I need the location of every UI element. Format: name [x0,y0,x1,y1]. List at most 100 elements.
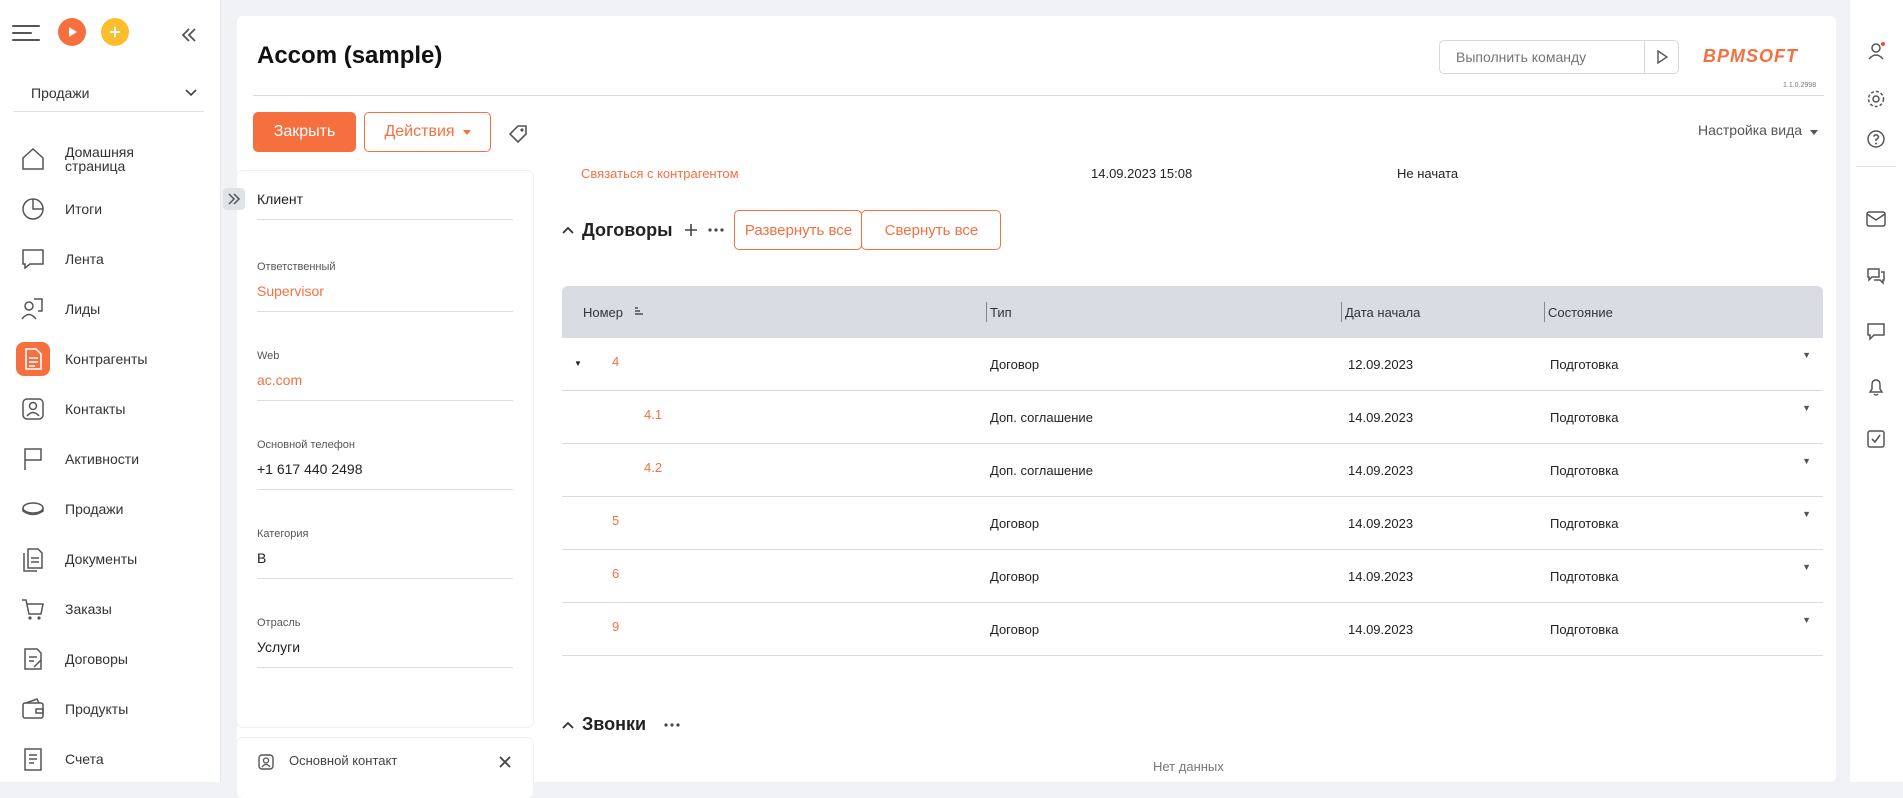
bell-icon[interactable] [1863,374,1889,400]
column-header-state[interactable]: Состояние [1548,305,1613,320]
contract-type-cell: Доп. соглашение [990,410,1093,425]
profile-icon[interactable] [1863,38,1889,64]
nav-item[interactable]: Документы [0,534,220,584]
chevron-up-icon[interactable] [562,226,574,234]
industry-field[interactable]: Отрасль Услуги [257,617,513,668]
contract-number-link[interactable]: 5 [612,513,619,528]
table-row[interactable]: 6 Договор 14.09.2023 Подготовка ▼ [562,550,1823,603]
flag-icon [16,442,50,476]
tasks-icon[interactable] [1863,426,1889,452]
tag-icon[interactable] [508,124,528,149]
run-command-icon[interactable] [1644,41,1678,73]
contract-number-link[interactable]: 4.1 [644,407,662,422]
column-header-number[interactable]: Номер [583,305,623,320]
column-separator [1544,302,1545,322]
activity-title-link[interactable]: Связаться с контрагентом [581,166,739,181]
row-menu-caret-icon[interactable]: ▼ [1802,456,1811,466]
chat-bubbles-icon[interactable] [1863,262,1889,288]
contract-number-link[interactable]: 4.2 [644,460,662,475]
view-settings-button[interactable]: Настройка вида [1698,122,1818,138]
nav-item-label: Итоги [65,201,103,217]
profile-panel: Клиент Ответственный Supervisor Web ac.c… [237,171,533,727]
help-icon[interactable] [1863,126,1889,152]
activity-status: Не начата [1397,166,1459,181]
workspace-selector[interactable]: Продажи [14,74,204,112]
nav-item[interactable]: Контакты [0,384,220,434]
feed-icon[interactable] [1863,318,1889,344]
column-header-type[interactable]: Тип [990,305,1012,320]
nav-item[interactable]: Счета [0,734,220,784]
expand-row-icon[interactable]: ▼ [574,359,582,368]
nav-item[interactable]: Домашняя страница [0,134,220,184]
row-menu-caret-icon[interactable]: ▼ [1802,615,1811,625]
contract-number-link[interactable]: 9 [612,619,619,634]
lead-icon [16,292,50,326]
web-value[interactable]: ac.com [257,372,513,400]
type-value: Клиент [257,191,304,207]
collapse-all-button[interactable]: Свернуть все [861,210,1002,250]
close-button[interactable]: Закрыть [253,112,356,152]
nav-item-label: Контакты [65,401,126,417]
nav-item[interactable]: Итоги [0,184,220,234]
grid-header: Номер Тип Дата начала Состояние [562,286,1823,338]
phone-value: +1 617 440 2498 [257,461,363,477]
table-row[interactable]: 4.1 Доп. соглашение 14.09.2023 Подготовка ▼ [562,391,1823,444]
hamburger-menu-icon[interactable] [12,22,40,42]
email-icon[interactable] [1863,206,1889,232]
column-header-start-date[interactable]: Дата начала [1345,305,1420,320]
contract-number-link[interactable]: 6 [612,566,619,581]
contract-number-link[interactable]: 4 [612,354,619,369]
contract-type-cell: Договор [990,516,1040,531]
coins-icon [16,492,50,526]
more-options-icon[interactable] [708,228,725,232]
activity-row: Связаться с контрагентом 14.09.2023 15:0… [562,166,1822,186]
category-field[interactable]: Категория B [257,528,513,579]
row-menu-caret-icon[interactable]: ▼ [1802,509,1811,519]
nav-item[interactable]: Продукты [0,684,220,734]
table-row[interactable]: 4.2 Доп. соглашение 14.09.2023 Подготовка ▼ [562,444,1823,497]
nav-item[interactable]: Активности [0,434,220,484]
invoice-icon [16,742,50,776]
version-label: 1.1.0.2998 [1783,82,1817,89]
contract-date-cell: 14.09.2023 [1348,516,1414,531]
table-row[interactable]: 5 Договор 14.09.2023 Подготовка ▼ [562,497,1823,550]
contract-date-cell: 14.09.2023 [1348,569,1414,584]
nav-item[interactable]: Продажи [0,484,220,534]
collapse-sidebar-icon[interactable] [180,24,198,50]
nav-item-label: Договоры [65,651,128,667]
nav-item[interactable]: Договоры [0,634,220,684]
process-run-icon[interactable] [58,18,86,46]
type-field[interactable]: Клиент [257,191,513,220]
nav-item[interactable]: Контрагенты [0,334,220,384]
contract-type-cell: Договор [990,569,1040,584]
expand-all-button[interactable]: Развернуть все [734,210,863,250]
owner-field[interactable]: Ответственный Supervisor [257,261,513,312]
nav-item[interactable]: Лиды [0,284,220,334]
owner-value[interactable]: Supervisor [257,283,513,311]
expand-panel-icon[interactable] [223,188,245,210]
web-field[interactable]: Web ac.com [257,350,513,401]
chevron-up-icon[interactable] [562,721,574,729]
add-icon[interactable] [101,18,129,46]
row-menu-caret-icon[interactable]: ▼ [1802,350,1811,360]
command-input[interactable] [1440,49,1644,65]
table-row[interactable]: ▼ 4 Договор 12.09.2023 Подготовка ▼ [562,338,1823,391]
web-label: Web [257,350,280,362]
row-menu-caret-icon[interactable]: ▼ [1802,562,1811,572]
row-menu-caret-icon[interactable]: ▼ [1802,403,1811,413]
contract-type-cell: Договор [990,357,1040,372]
chat-icon [16,242,50,276]
table-row[interactable]: 9 Договор 14.09.2023 Подготовка ▼ [562,603,1823,656]
close-icon[interactable] [499,756,511,768]
nav-item-label: Счета [65,751,104,767]
nav-item-label: Документы [65,551,138,567]
phone-field[interactable]: Основной телефон +1 617 440 2498 [257,439,513,490]
sort-icon[interactable] [634,306,644,316]
gear-icon[interactable] [1863,86,1889,112]
nav-item-label: Домашняя страница [65,144,134,174]
more-options-icon[interactable] [664,722,680,727]
nav-item[interactable]: Лента [0,234,220,284]
nav-item[interactable]: Заказы [0,584,220,634]
add-icon[interactable] [684,223,698,237]
actions-button[interactable]: Действия [364,112,491,152]
